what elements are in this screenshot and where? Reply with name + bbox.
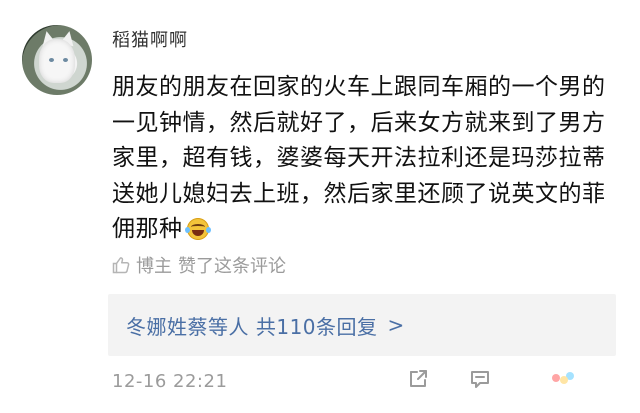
cat-face [39,39,75,83]
avatar[interactable] [22,25,92,95]
cat-eye-left [49,58,54,62]
cat-eye-right [63,58,68,62]
comment-body: 朋友的朋友在回家的火车上跟同车厢的一个男的一见钟情，然后就好了，后来女方就来到了… [112,74,606,242]
username[interactable]: 稻猫啊啊 [112,26,188,52]
replies-summary[interactable]: 冬娜姓蔡等人 共110条回复 > [108,294,616,356]
tear-left [184,227,190,233]
tear-right [205,227,211,233]
liked-text: 赞了这条评论 [178,256,286,277]
comment-card: 稻猫啊啊 朋友的朋友在回家的火车上跟同车厢的一个男的一见钟情，然后就好了，后来女… [0,0,640,413]
laugh-cry-emoji [184,218,211,240]
timestamp: 12-16 22:21 [112,371,228,392]
chevron-right-icon: > [387,313,405,337]
replies-text[interactable]: 冬娜姓蔡等人 共110条回复 [126,311,378,340]
comment-icon[interactable] [467,366,493,392]
watermark [552,367,626,389]
watermark-dots [552,374,560,382]
action-bar [405,366,493,392]
comment-text: 朋友的朋友在回家的火车上跟同车厢的一个男的一见钟情，然后就好了，后来女方就来到了… [112,70,622,248]
thumbs-up-icon [112,256,130,274]
author-liked-row: 博主 赞了这条评论 [112,252,286,278]
share-icon[interactable] [405,366,431,392]
author-label: 博主 [136,256,172,277]
